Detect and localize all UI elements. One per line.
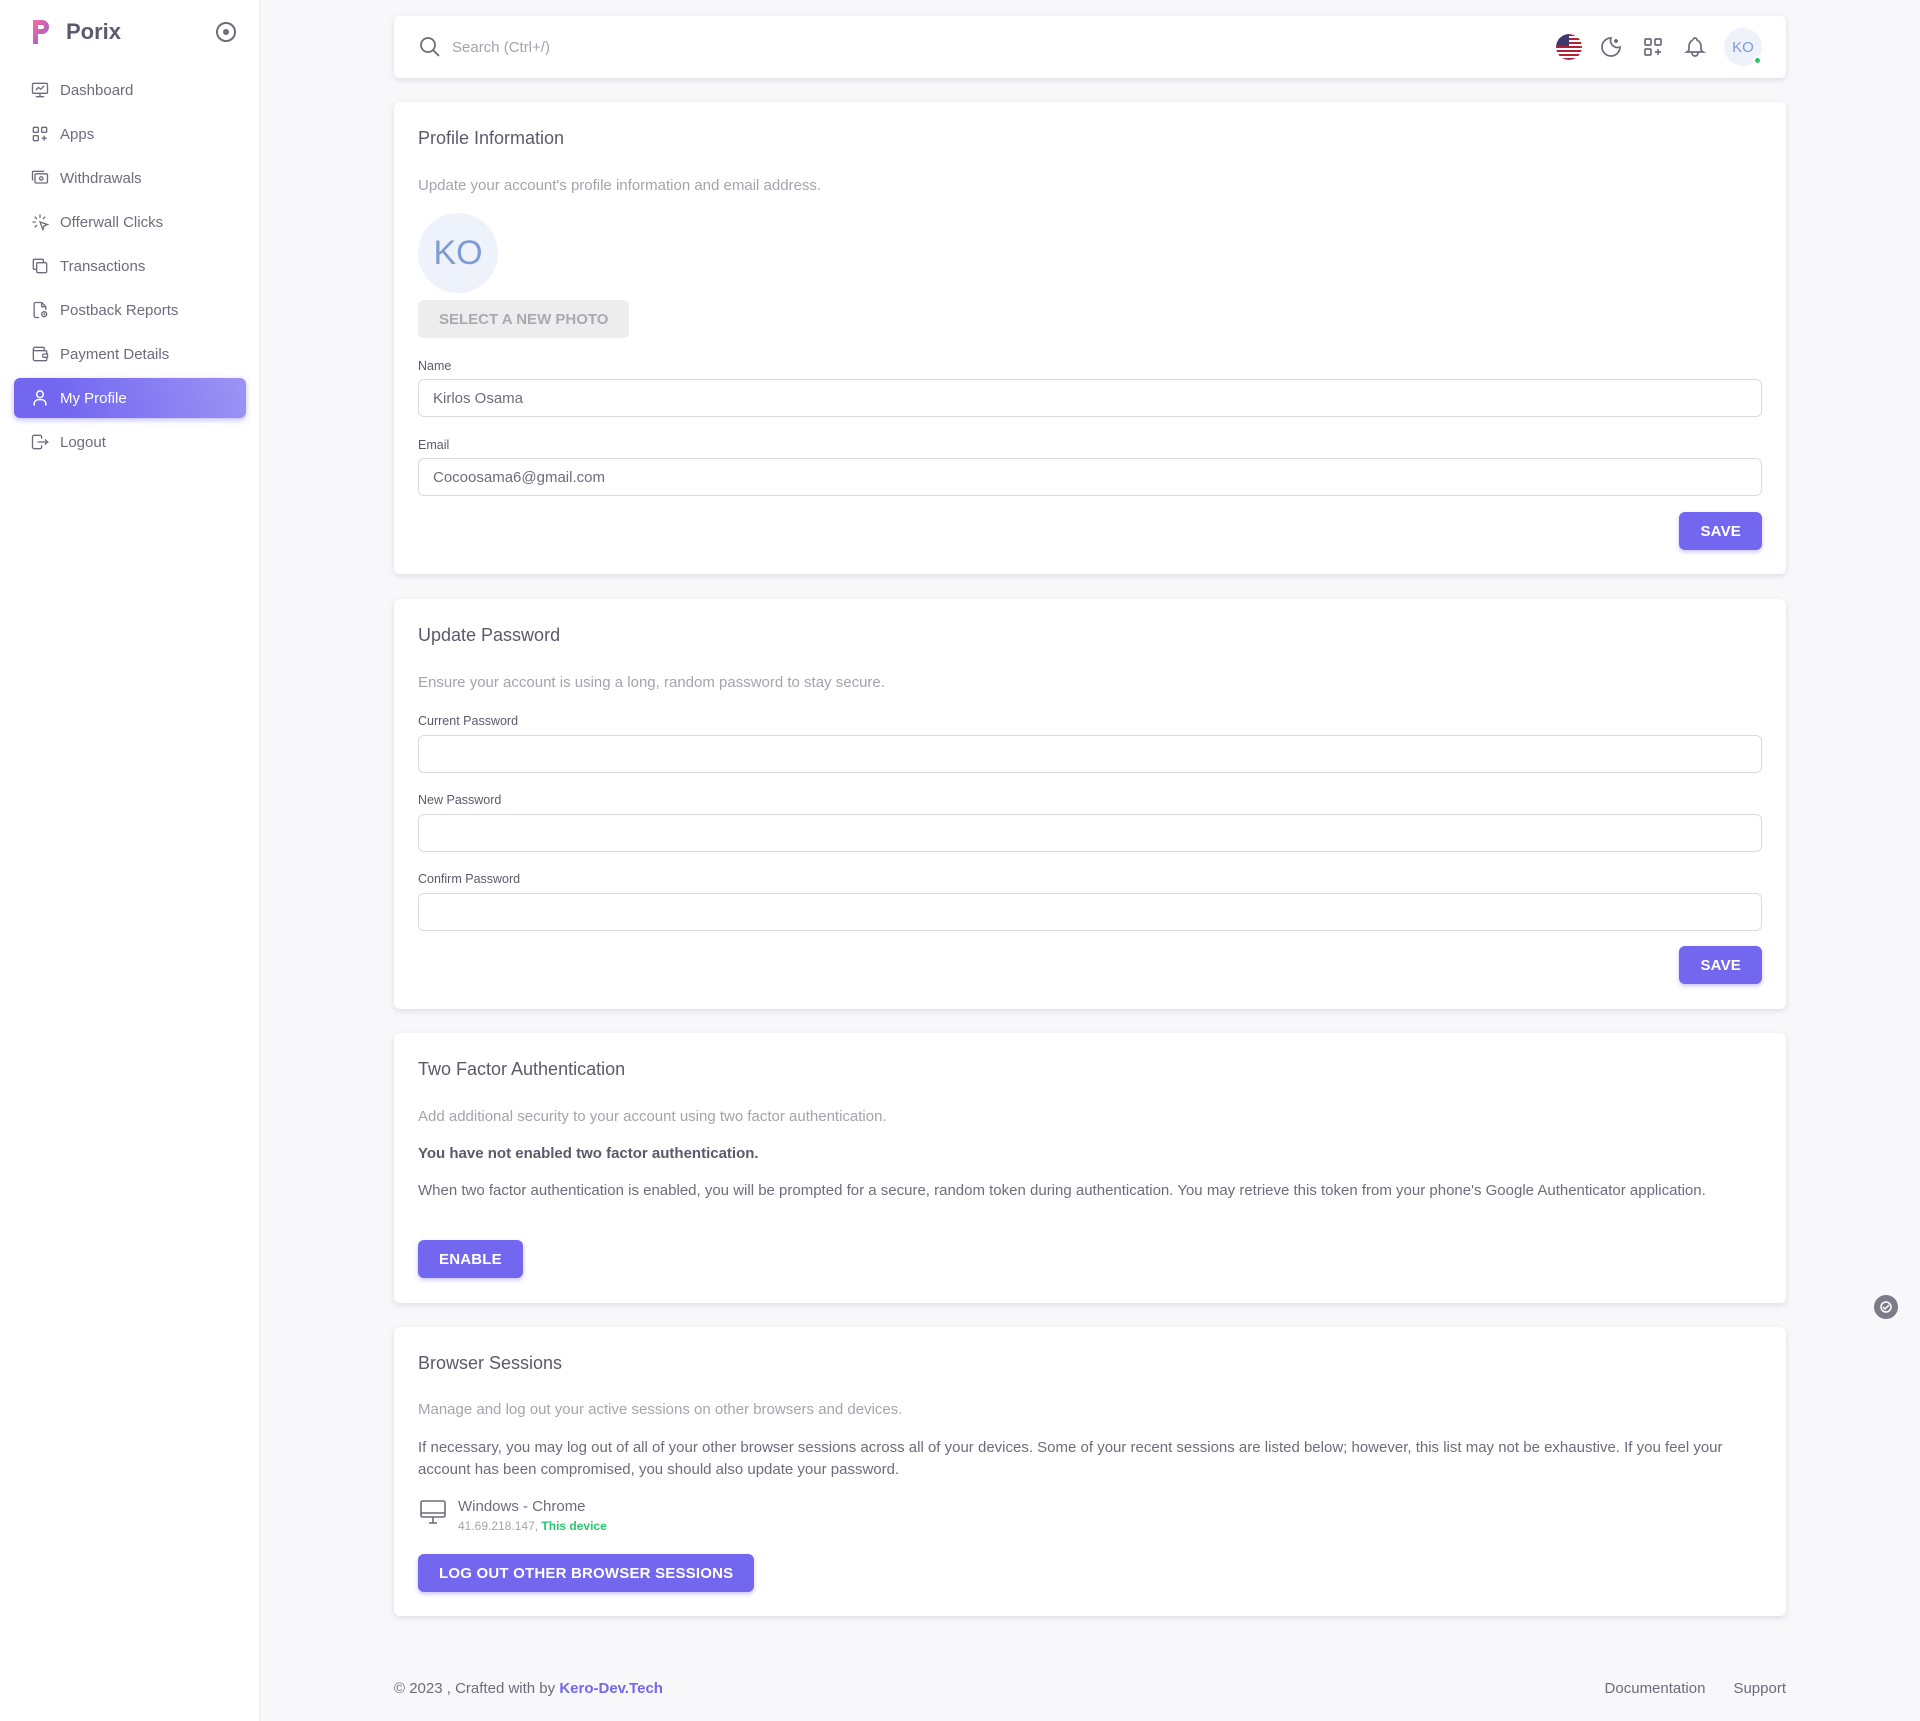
card-title: Browser Sessions <box>418 1353 563 1373</box>
sidebar-item-label: My Profile <box>60 389 127 407</box>
brand-name: Porix <box>66 19 122 44</box>
porix-logo-icon <box>33 20 49 44</box>
withdrawals-icon <box>31 170 49 184</box>
moon-icon <box>1601 37 1621 57</box>
sidebar-item-label: Logout <box>60 433 106 451</box>
dashboard-icon <box>31 82 49 98</box>
avatar-initials: KO <box>1732 38 1754 56</box>
sidebar-item-logout[interactable]: Logout <box>14 422 246 462</box>
card-title: Two Factor Authentication <box>418 1059 626 1079</box>
twofa-description: When two factor authentication is enable… <box>418 1182 1706 1199</box>
card-subtitle: Ensure your account is using a long, ran… <box>418 674 885 691</box>
bell-icon <box>1683 37 1707 57</box>
desktop-icon <box>420 1500 446 1524</box>
shortcuts-grid-icon <box>1644 38 1662 56</box>
new-password-label: New Password <box>418 793 502 807</box>
apps-icon <box>32 126 48 142</box>
sidebar-item-payment-details[interactable]: Payment Details <box>14 334 246 374</box>
sidebar: Porix Dashboard Apps Withdrawals Offerwa… <box>0 0 260 1721</box>
brand[interactable]: Porix <box>30 18 121 46</box>
enable-twofa-button[interactable]: ENABLE <box>418 1240 523 1278</box>
session-device: Windows - Chrome <box>458 1498 586 1515</box>
confirm-password-label: Confirm Password <box>418 872 521 886</box>
current-password-field[interactable] <box>418 735 1762 773</box>
notifications-button[interactable] <box>1682 34 1708 60</box>
logout-other-sessions-button[interactable]: LOG OUT OTHER BROWSER SESSIONS <box>418 1554 755 1592</box>
name-field[interactable] <box>418 379 1762 417</box>
customizer-toggle[interactable] <box>1874 1295 1898 1319</box>
sidebar-item-dashboard[interactable]: Dashboard <box>14 70 246 110</box>
this-device-badge: This device <box>541 1519 607 1533</box>
language-selector[interactable] <box>1556 34 1582 60</box>
online-status-dot <box>1753 56 1762 65</box>
transactions-icon <box>32 258 48 274</box>
us-flag-icon <box>1556 34 1582 60</box>
user-icon <box>33 390 47 406</box>
sidebar-item-apps[interactable]: Apps <box>14 114 246 154</box>
footer-links: Documentation Support <box>1577 1680 1786 1697</box>
logout-icon <box>31 434 50 450</box>
settings-icon <box>1880 1301 1892 1313</box>
card-title: Profile Information <box>418 128 565 148</box>
sidebar-item-label: Postback Reports <box>60 301 179 319</box>
sidebar-item-postback-reports[interactable]: Postback Reports <box>14 290 246 330</box>
support-link[interactable]: Support <box>1733 1680 1786 1697</box>
session-meta: 41.69.218.147, This device <box>458 1517 607 1535</box>
email-field[interactable] <box>418 458 1762 496</box>
sidebar-collapse-toggle[interactable] <box>216 22 236 42</box>
card-subtitle: Add additional security to your account … <box>418 1108 887 1125</box>
wallet-icon <box>32 346 49 362</box>
avatar-initials: KO <box>433 233 483 272</box>
user-avatar-menu[interactable]: KO <box>1724 28 1762 66</box>
save-password-button[interactable]: SAVE <box>1679 946 1762 984</box>
two-factor-card: Two Factor Authentication Add additional… <box>394 1033 1786 1303</box>
card-subtitle: Manage and log out your active sessions … <box>418 1401 903 1418</box>
toggle-dot-icon <box>223 29 229 35</box>
sidebar-item-label: Transactions <box>60 257 146 275</box>
twofa-status: You have not enabled two factor authenti… <box>418 1145 759 1162</box>
footer: © 2023 , Crafted with by Kero-Dev.Tech D… <box>394 1680 1786 1697</box>
email-label: Email <box>418 438 450 452</box>
click-icon <box>32 214 50 232</box>
name-label: Name <box>418 359 452 373</box>
sidebar-item-label: Dashboard <box>60 81 134 99</box>
profile-information-card: Profile Information Update your account'… <box>394 102 1786 574</box>
copyright-text: © 2023 , Crafted with by <box>394 1680 560 1697</box>
update-password-card: Update Password Ensure your account is u… <box>394 599 1786 1009</box>
sidebar-item-my-profile[interactable]: My Profile <box>14 378 246 418</box>
sidebar-item-label: Offerwall Clicks <box>60 213 164 231</box>
top-navbar: KO <box>394 16 1786 78</box>
navbar-actions: KO <box>1540 28 1762 66</box>
sessions-description: If necessary, you may log out of all of … <box>418 1439 1723 1478</box>
author-link[interactable]: Kero-Dev.Tech <box>559 1680 663 1697</box>
sidebar-item-label: Withdrawals <box>60 169 142 187</box>
session-ip: 41.69.218.147, <box>458 1519 539 1533</box>
browser-sessions-card: Browser Sessions Manage and log out your… <box>394 1327 1786 1616</box>
sidebar-item-label: Payment Details <box>60 345 170 363</box>
sidebar-item-withdrawals[interactable]: Withdrawals <box>14 158 246 198</box>
sidebar-item-transactions[interactable]: Transactions <box>14 246 246 286</box>
session-details: Windows - Chrome 41.69.218.147, This dev… <box>458 1497 607 1535</box>
card-subtitle: Update your account's profile informatio… <box>418 177 822 194</box>
documentation-link[interactable]: Documentation <box>1605 1680 1706 1697</box>
select-photo-button[interactable]: SELECT A NEW PHOTO <box>418 300 630 338</box>
sidebar-item-label: Apps <box>60 125 95 143</box>
sidebar-item-offerwall-clicks[interactable]: Offerwall Clicks <box>14 202 246 242</box>
sidebar-nav: Dashboard Apps Withdrawals Offerwall Cli… <box>14 70 246 466</box>
footer-copyright: © 2023 , Crafted with by Kero-Dev.Tech <box>394 1680 663 1697</box>
profile-avatar: KO <box>418 213 498 293</box>
theme-toggle[interactable] <box>1598 34 1624 60</box>
search-input[interactable] <box>452 38 1052 56</box>
confirm-password-field[interactable] <box>418 893 1762 931</box>
card-title: Update Password <box>418 625 561 645</box>
report-icon <box>33 301 48 319</box>
shortcuts-button[interactable] <box>1640 34 1666 60</box>
session-item: Windows - Chrome 41.69.218.147, This dev… <box>418 1497 607 1535</box>
save-profile-button[interactable]: SAVE <box>1679 512 1762 550</box>
current-password-label: Current Password <box>418 714 519 728</box>
search-icon[interactable] <box>418 35 442 59</box>
new-password-field[interactable] <box>418 814 1762 852</box>
